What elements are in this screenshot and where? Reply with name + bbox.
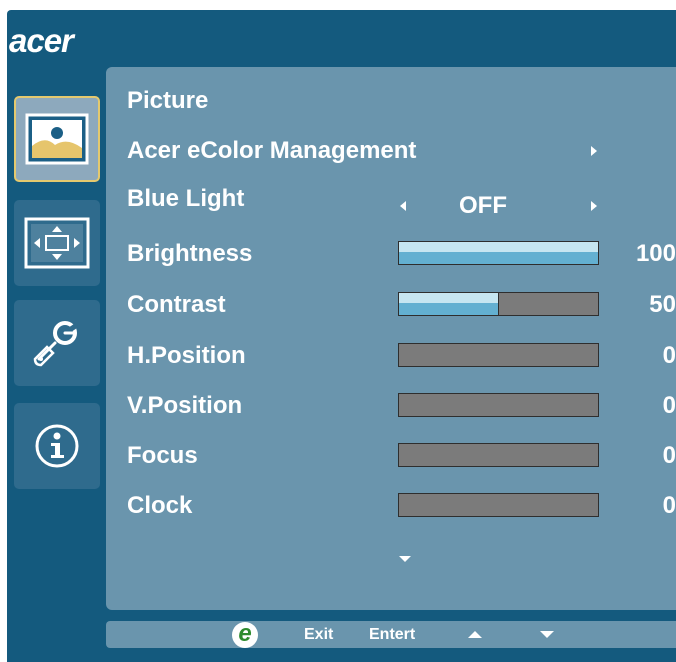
slider-label: Focus <box>127 442 198 469</box>
chevron-right-icon <box>591 146 597 156</box>
slider-row[interactable]: Brightness 100 <box>106 236 676 272</box>
slider-fill <box>399 293 499 315</box>
slider-value: 0 <box>662 342 676 369</box>
slider-row[interactable]: Focus 0 <box>106 438 676 474</box>
arrow-up-icon[interactable] <box>468 631 482 638</box>
slider-label: Contrast <box>127 291 226 318</box>
slider-value: 0 <box>662 442 676 469</box>
key-hint-bar: e Exit Entert <box>106 621 676 648</box>
focus-slider[interactable] <box>398 443 599 467</box>
picture-icon <box>25 113 89 165</box>
brightness-slider[interactable] <box>398 241 599 265</box>
menu-item-label: Blue Light <box>127 185 245 212</box>
blue-light-value: OFF <box>459 192 507 219</box>
menu-item-ecolor[interactable]: Acer eColor Management <box>106 133 676 169</box>
menu-title: Picture <box>127 87 209 114</box>
v-position-slider[interactable] <box>398 393 599 417</box>
e-key-icon[interactable]: e <box>232 622 258 648</box>
slider-label: Clock <box>127 492 193 519</box>
menu-item-label: Acer eColor Management <box>127 137 417 164</box>
h-position-slider[interactable] <box>398 343 599 367</box>
slider-value: 0 <box>662 392 676 419</box>
info-icon <box>35 424 79 468</box>
slider-row[interactable]: H.Position 0 <box>106 338 676 374</box>
sidebar-item-picture[interactable] <box>14 96 100 182</box>
osd-menu: acer Picture Acer eColor Management Blue… <box>7 10 676 662</box>
slider-label: V.Position <box>127 392 243 419</box>
scroll-down-icon[interactable] <box>399 556 411 562</box>
slider-row[interactable]: V.Position 0 <box>106 388 676 424</box>
slider-row[interactable]: Contrast 50 <box>106 287 676 323</box>
acer-logo: acer <box>9 22 74 59</box>
slider-fill <box>399 242 598 264</box>
contrast-slider[interactable] <box>398 292 599 316</box>
slider-value: 0 <box>662 492 676 519</box>
slider-label: Brightness <box>127 240 253 267</box>
settings-wrench-icon <box>33 321 79 367</box>
menu-panel: Picture Acer eColor Management Blue Ligh… <box>106 67 676 610</box>
menu-item-blue-light[interactable]: Blue Light OFF <box>106 181 676 219</box>
sidebar-item-information[interactable] <box>14 403 100 489</box>
slider-value: 50 <box>649 291 676 318</box>
arrow-right-icon[interactable] <box>591 201 597 211</box>
slider-value: 100 <box>635 240 676 267</box>
exit-label[interactable]: Exit <box>304 621 333 648</box>
arrow-left-icon[interactable] <box>400 201 406 211</box>
slider-label: H.Position <box>127 342 246 369</box>
enter-label[interactable]: Entert <box>369 621 415 648</box>
slider-row[interactable]: Clock 0 <box>106 488 676 524</box>
sidebar-item-display[interactable] <box>14 200 100 286</box>
sidebar-item-settings[interactable] <box>14 300 100 386</box>
display-position-icon <box>24 217 90 269</box>
arrow-down-icon[interactable] <box>540 631 554 638</box>
clock-slider[interactable] <box>398 493 599 517</box>
